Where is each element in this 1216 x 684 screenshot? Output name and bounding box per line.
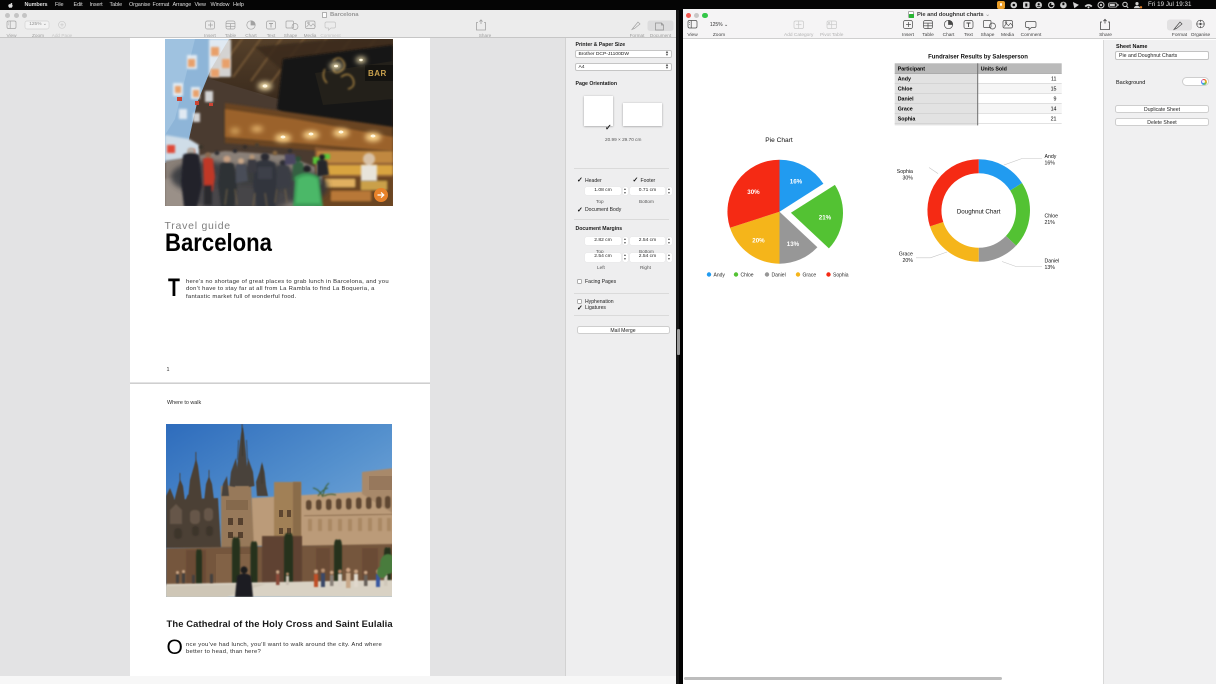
svg-text:Pie Chart: Pie Chart (765, 137, 793, 144)
svg-text:21: 21 (1051, 116, 1057, 122)
svg-text:Participant: Participant (898, 66, 926, 72)
svg-text:15: 15 (1051, 86, 1057, 92)
svg-text:BAR: BAR (368, 69, 387, 78)
svg-text:Grace: Grace (898, 106, 913, 112)
svg-text:Sophia: Sophia (898, 116, 916, 122)
svg-text:Andy: Andy (714, 272, 726, 278)
svg-text:Chloe: Chloe (898, 86, 913, 92)
svg-text:13%: 13% (787, 241, 800, 248)
svg-text:Daniel: Daniel (772, 272, 786, 278)
svg-text:21%: 21% (1045, 220, 1056, 226)
svg-text:13%: 13% (1045, 265, 1056, 271)
svg-text:Grace: Grace (899, 252, 913, 258)
svg-text:11: 11 (1051, 76, 1057, 82)
svg-text:Grace: Grace (803, 272, 817, 278)
svg-text:20%: 20% (903, 258, 914, 264)
svg-text:21%: 21% (819, 215, 832, 222)
svg-text:Fundraiser Results by Salesper: Fundraiser Results by Salesperson (928, 55, 1028, 61)
svg-text:Daniel: Daniel (1045, 259, 1060, 265)
svg-text:Chloe: Chloe (741, 272, 754, 278)
svg-text:Sophia: Sophia (833, 272, 849, 278)
svg-text:Daniel: Daniel (898, 96, 914, 102)
svg-text:20%: 20% (752, 238, 765, 245)
svg-text:Andy: Andy (898, 76, 911, 82)
svg-text:Units Sold: Units Sold (981, 66, 1007, 72)
svg-text:Sophia: Sophia (897, 169, 913, 175)
svg-text:30%: 30% (903, 176, 914, 182)
svg-text:30%: 30% (747, 189, 760, 196)
svg-text:Doughnut Chart: Doughnut Chart (957, 209, 1001, 216)
svg-text:9: 9 (1054, 96, 1057, 102)
svg-text:16%: 16% (790, 179, 803, 186)
svg-text:16%: 16% (1045, 161, 1056, 167)
svg-text:14: 14 (1051, 106, 1057, 112)
svg-text:Chloe: Chloe (1045, 214, 1059, 220)
svg-text:Andy: Andy (1045, 154, 1057, 160)
